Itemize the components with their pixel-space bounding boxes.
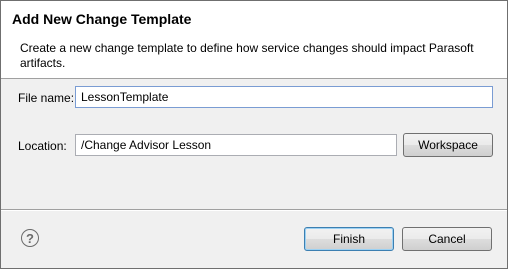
file-name-label: File name: (18, 91, 75, 105)
dialog-description: Create a new change template to define h… (20, 41, 474, 70)
dialog-header: Add New Change Template Create a new cha… (1, 1, 507, 79)
add-change-template-dialog: Add New Change Template Create a new cha… (0, 0, 508, 269)
finish-button[interactable]: Finish (304, 227, 394, 251)
help-glyph: ? (26, 230, 34, 246)
dialog-title: Add New Change Template (12, 11, 192, 27)
footer-divider (1, 209, 507, 211)
file-name-field[interactable] (75, 86, 493, 108)
workspace-button[interactable]: Workspace (403, 133, 493, 157)
location-label: Location: (18, 139, 67, 153)
cancel-button[interactable]: Cancel (402, 227, 492, 251)
help-icon[interactable]: ? (21, 229, 39, 247)
location-field[interactable] (75, 134, 397, 156)
